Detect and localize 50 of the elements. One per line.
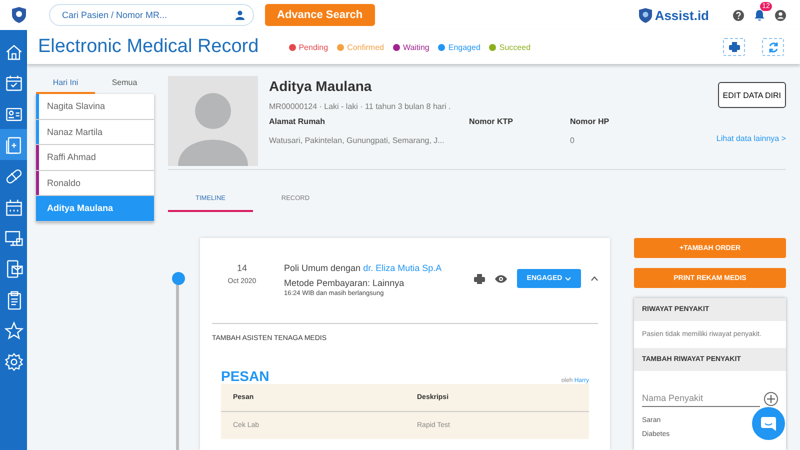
timeline-dot: [172, 272, 184, 285]
page-title: Electronic Medical Record: [38, 36, 259, 58]
patient-meta: MR00000124 · Laki - laki · 11 tahun 3 bulan 8 hari .: [269, 102, 451, 111]
legend-label: Confirmed: [347, 42, 384, 52]
visit-day: 14: [212, 263, 272, 273]
doctor-link[interactable]: dr. Eliza Mutia Sp.A: [363, 263, 442, 273]
field-label: Alamat Rumah: [269, 117, 326, 126]
legend-label: Pending: [298, 42, 328, 52]
shield-logo-icon: [638, 8, 652, 22]
patient-name: Aditya Maulana: [269, 78, 373, 94]
chat-icon: [761, 416, 776, 430]
chevron-down-icon: [565, 276, 572, 280]
tab[interactable]: Semua: [95, 76, 154, 94]
edit-profile-button[interactable]: EDIT DATA DIRI: [718, 82, 786, 108]
person-icon: [235, 10, 245, 20]
account-icon[interactable]: [775, 10, 786, 20]
nav-item[interactable]: [0, 129, 27, 160]
chevron-up-icon[interactable]: [591, 276, 598, 281]
visit-title: Poli Umum dengan dr. Eliza Mutia Sp.A: [284, 263, 442, 273]
field-value: 0: [570, 136, 576, 145]
calendar-icon: [4, 72, 24, 92]
payment-method: Metode Pembayaran: Lainnya: [284, 278, 406, 288]
refresh-button[interactable]: [762, 38, 784, 56]
refresh-icon: [768, 42, 778, 52]
field-value: Watusari, Pakintelan, Gunungpati, Semarang, J...: [269, 136, 446, 145]
legend-label: Succeed: [499, 42, 531, 52]
patient-item[interactable]: Aditya Maulana: [36, 196, 154, 222]
bell-icon[interactable]: [754, 9, 765, 21]
brand-name: Assist.id: [654, 8, 709, 22]
patient-item[interactable]: Raffi Ahmad: [36, 145, 154, 170]
patient-item[interactable]: Nagita Slavina: [36, 94, 154, 120]
advance-search-button[interactable]: Advance Search: [265, 4, 375, 26]
plus-icon: [767, 394, 775, 402]
legend-label: Engaged: [448, 42, 480, 52]
add-button[interactable]: [764, 392, 778, 406]
eye-icon[interactable]: [495, 274, 507, 282]
shield-logo-icon: [12, 7, 26, 23]
search-field[interactable]: Cari Pasien / Nomor MR...: [49, 4, 254, 26]
print-button[interactable]: [723, 38, 745, 56]
patient-item[interactable]: Nanaz Martila: [36, 120, 154, 145]
field-label: Nomor KTP: [469, 117, 514, 126]
patient-item[interactable]: Ronaldo: [36, 170, 154, 196]
field-label: Nomor HP: [570, 117, 610, 126]
star-icon: [4, 320, 24, 340]
record-icon: [4, 134, 24, 154]
legend-label: Waiting: [402, 42, 430, 52]
gear-icon: [4, 352, 24, 372]
help-icon[interactable]: [733, 10, 744, 20]
section-title: PESAN: [221, 368, 270, 384]
more-data-link[interactable]: Lihat data lainnya >: [716, 134, 786, 143]
